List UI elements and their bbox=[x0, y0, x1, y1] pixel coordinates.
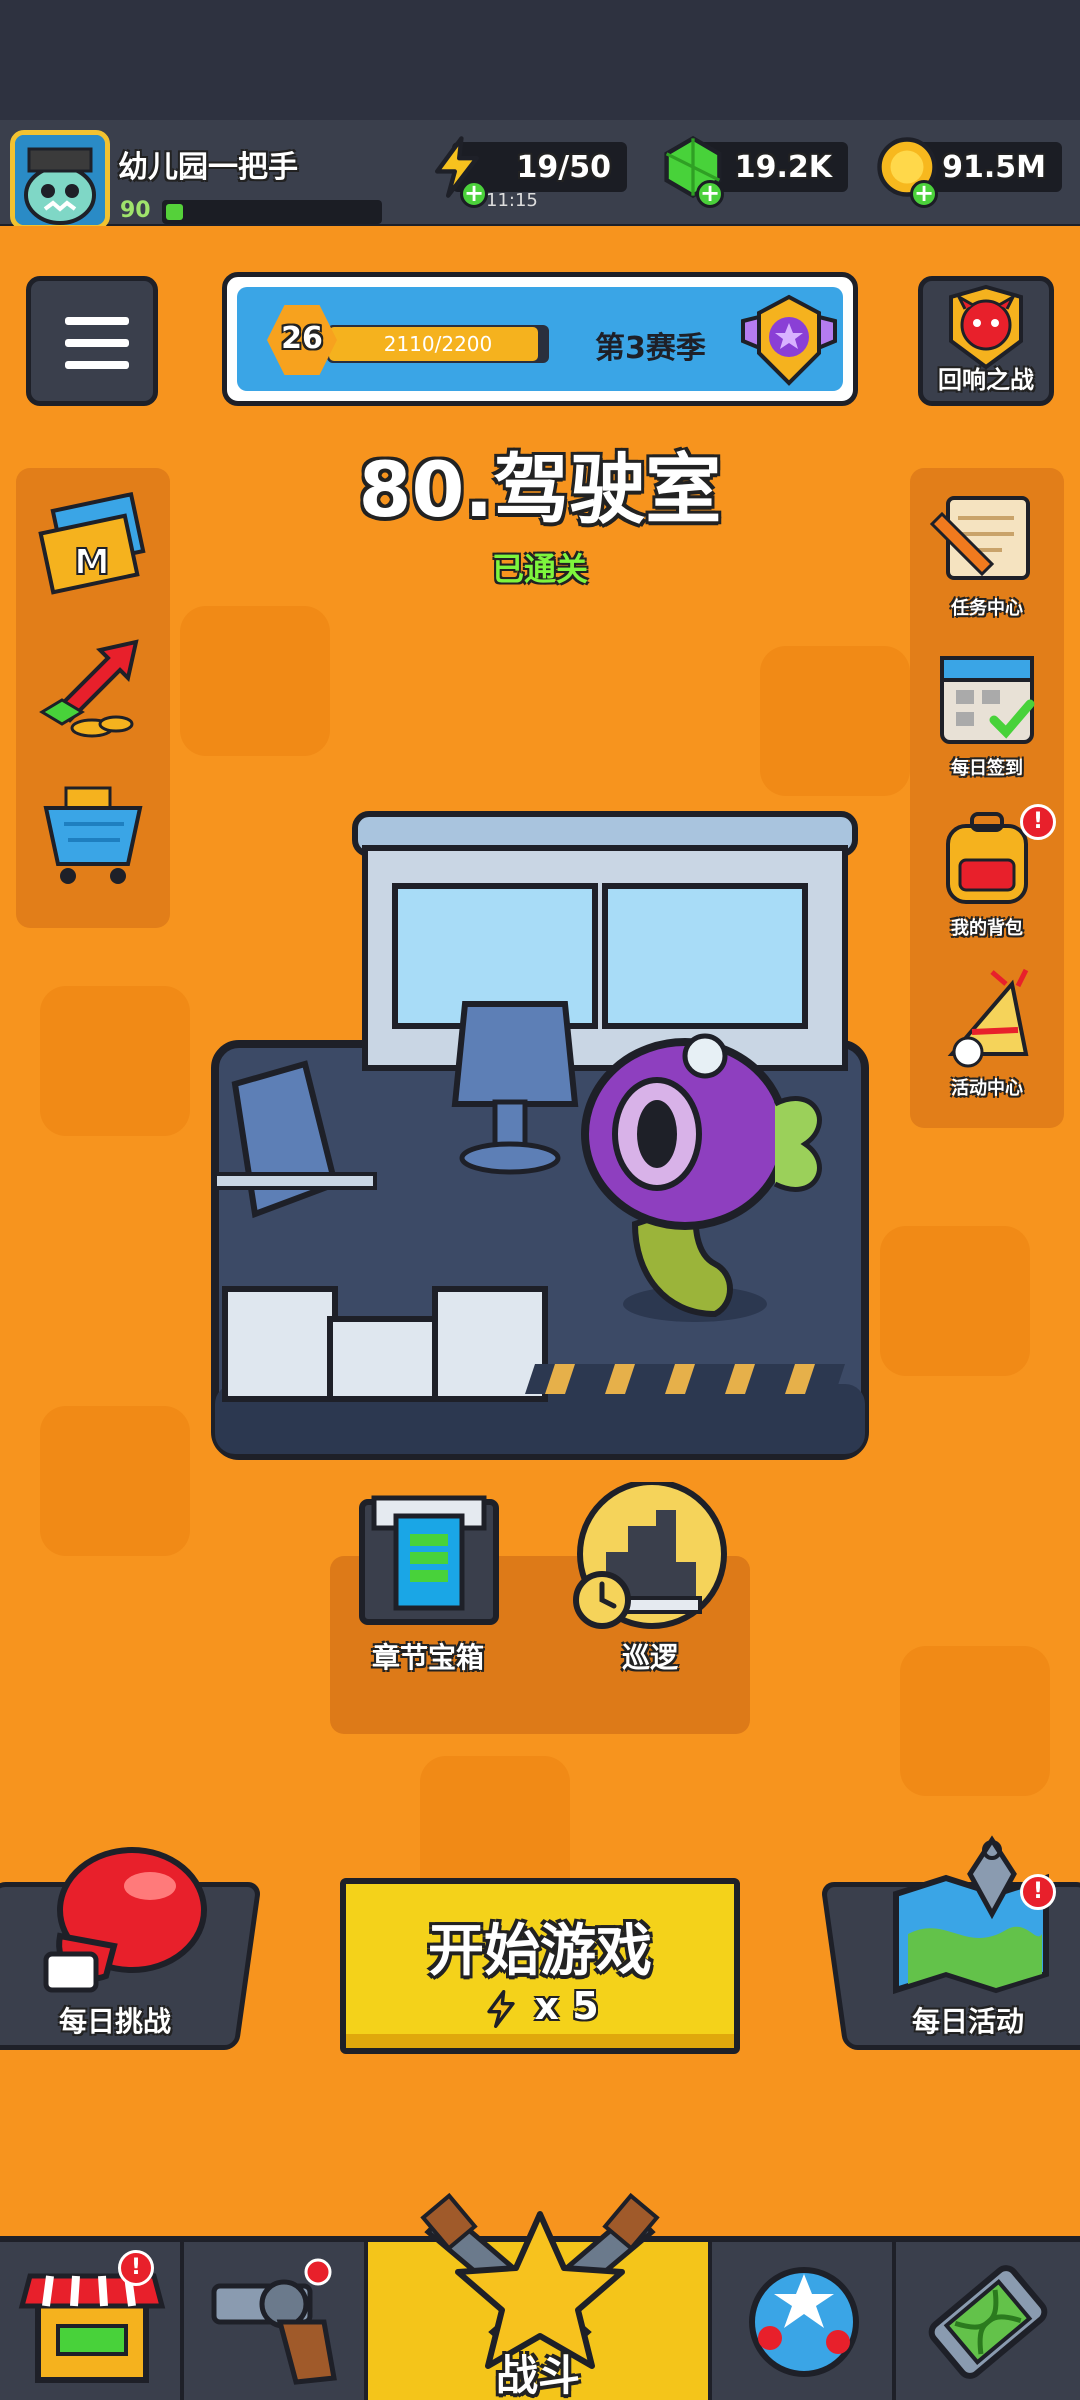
daily-activity-label: 每日活动 bbox=[911, 2005, 1024, 2038]
left-side-rail: M bbox=[16, 468, 170, 928]
nav-weapons[interactable] bbox=[184, 2242, 368, 2400]
quest-center-button[interactable]: 任务中心 bbox=[922, 484, 1052, 624]
status-bar bbox=[0, 0, 1080, 120]
xp-progress-fill bbox=[166, 204, 183, 220]
daily-challenge-label: 每日挑战 bbox=[58, 2005, 171, 2038]
energy-timer: 11:15 bbox=[486, 190, 538, 211]
start-game-label: 开始游戏 bbox=[428, 1919, 652, 1984]
gold-counter[interactable]: + 91.5M bbox=[877, 137, 1062, 208]
bg-tile bbox=[180, 606, 330, 756]
star-ball-icon bbox=[749, 2267, 859, 2377]
bg-tile bbox=[900, 1646, 1050, 1796]
nav-shop-badge: ! bbox=[118, 2250, 154, 2286]
season-progress-text: 2110/2200 bbox=[383, 332, 493, 356]
player-name: 幼儿园一把手 bbox=[118, 150, 298, 185]
shop-cart-button[interactable] bbox=[28, 768, 158, 908]
bg-tile bbox=[760, 646, 910, 796]
scroll-pencil-icon bbox=[929, 496, 1030, 580]
nav-shop[interactable]: ! bbox=[0, 2242, 184, 2400]
backpack-label: 我的背包 bbox=[951, 918, 1023, 939]
gem-value: 19.2K bbox=[734, 150, 832, 185]
add-gold-button[interactable]: + bbox=[910, 180, 938, 208]
gold-m-card-icon: M bbox=[38, 491, 146, 595]
top-resource-bar: 幼儿园一把手 90 + 19/50 11:15 + 19.2K + 91.5M bbox=[0, 120, 1080, 230]
menu-line bbox=[65, 361, 129, 369]
start-game-cost-value: x 5 bbox=[534, 1984, 599, 2028]
daily-activity-badge: ! bbox=[1020, 1874, 1056, 1910]
start-game-cost: x 5 bbox=[346, 1984, 734, 2033]
monster-avatar-icon bbox=[15, 135, 105, 225]
party-horn-icon bbox=[947, 968, 1029, 1068]
upgrade-button[interactable] bbox=[28, 628, 158, 768]
shop-stall-icon bbox=[18, 2273, 166, 2383]
event-center-label: 活动中心 bbox=[951, 1078, 1023, 1099]
patrol-city-icon bbox=[573, 1479, 727, 1629]
gold-value: 91.5M bbox=[942, 150, 1046, 185]
season-panel-inner: 2110/2200 26 第3赛季 bbox=[237, 287, 843, 391]
player-level: 90 bbox=[120, 198, 151, 223]
red-arrow-gems-icon bbox=[39, 639, 139, 738]
gem-counter[interactable]: + 19.2K bbox=[664, 135, 848, 208]
chapter-chest-label: 章节宝箱 bbox=[371, 1641, 484, 1674]
star-crossed-swords-icon bbox=[420, 2192, 660, 2369]
nav-battle-label: 战斗 bbox=[495, 2351, 580, 2400]
blue-cart-gold-icon bbox=[43, 786, 143, 884]
menu-line bbox=[65, 317, 129, 325]
energy-counter[interactable]: + 19/50 bbox=[435, 136, 627, 208]
xp-progress-bar bbox=[162, 200, 382, 224]
energy-value: 19/50 bbox=[516, 150, 611, 185]
m-card-button[interactable]: M bbox=[28, 488, 158, 628]
daily-checkin-label: 每日签到 bbox=[951, 758, 1023, 779]
bg-tile bbox=[40, 1406, 190, 1556]
bg-tile bbox=[880, 1226, 1030, 1376]
chapter-chest-button[interactable] bbox=[354, 1488, 504, 1628]
quest-center-label: 任务中心 bbox=[951, 598, 1023, 619]
season-label: 第3赛季 bbox=[595, 331, 706, 366]
main-play-area: 2110/2200 26 第3赛季 回响之战 80.驾驶室 已通关 M 任务中心… bbox=[0, 226, 1080, 2236]
bottom-navigation: ! 战斗 bbox=[0, 2192, 1080, 2400]
lightning-bolt-icon bbox=[487, 1989, 515, 2028]
cockpit-room-illustration bbox=[211, 811, 869, 1460]
daily-checkin-button[interactable]: 每日签到 bbox=[922, 644, 1052, 784]
event-center-button[interactable]: 活动中心 bbox=[922, 964, 1052, 1104]
menu-button[interactable] bbox=[26, 276, 158, 406]
revolver-icon bbox=[211, 2258, 337, 2385]
nav-battle[interactable]: 战斗 bbox=[368, 2192, 712, 2400]
treasure-map-icon bbox=[886, 1834, 1056, 1995]
chest-icon bbox=[359, 1495, 499, 1625]
right-side-rail: 任务中心 每日签到 ! 我的背包 活动中心 bbox=[910, 468, 1064, 1128]
echo-battle-button[interactable]: 回响之战 bbox=[918, 276, 1054, 406]
patrol-label: 巡逻 bbox=[621, 1641, 678, 1674]
red-devil-icon bbox=[949, 284, 1023, 370]
svg-text:M: M bbox=[74, 542, 110, 583]
nav-evolve[interactable] bbox=[896, 2242, 1080, 2400]
patrol-button[interactable] bbox=[566, 1479, 736, 1632]
backpack-button[interactable]: ! 我的背包 bbox=[922, 804, 1056, 944]
nav-talents[interactable] bbox=[712, 2242, 896, 2400]
purple-star-shield-icon bbox=[741, 294, 837, 386]
start-game-button[interactable]: 开始游戏 x 5 bbox=[340, 1878, 740, 2054]
boxing-glove-icon bbox=[40, 1846, 210, 1996]
player-avatar[interactable] bbox=[10, 130, 110, 230]
bg-tile bbox=[40, 986, 190, 1136]
backpack-badge: ! bbox=[1020, 804, 1056, 840]
add-gems-button[interactable]: + bbox=[696, 180, 724, 208]
menu-line bbox=[65, 339, 129, 347]
calendar-check-icon bbox=[940, 656, 1035, 744]
dna-capsule-icon bbox=[928, 2265, 1048, 2379]
season-level-badge: 26 bbox=[267, 305, 337, 375]
season-progress-bar: 2110/2200 bbox=[327, 325, 549, 363]
echo-battle-label: 回响之战 bbox=[938, 366, 1034, 394]
season-level-value: 26 bbox=[281, 321, 323, 356]
add-energy-button[interactable]: + bbox=[460, 180, 488, 208]
season-pass-panel[interactable]: 2110/2200 26 第3赛季 bbox=[222, 272, 858, 406]
stage-scene-illustration[interactable] bbox=[195, 804, 875, 1468]
